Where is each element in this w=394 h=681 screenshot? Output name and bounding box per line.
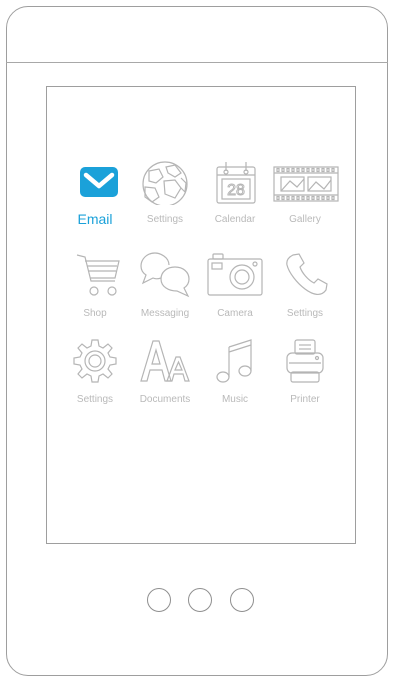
app-label: Gallery xyxy=(289,214,321,225)
globe-icon xyxy=(142,161,188,205)
film-strip-icon xyxy=(273,166,339,202)
shopping-cart-icon xyxy=(76,254,120,296)
nav-button-left[interactable] xyxy=(147,588,171,612)
phone-handset-icon xyxy=(286,253,328,295)
gear-icon xyxy=(73,339,117,383)
app-label: Printer xyxy=(290,394,320,405)
chat-bubbles-icon xyxy=(140,252,190,298)
app-printer[interactable]: Printer xyxy=(263,337,347,419)
font-aa-icon xyxy=(140,340,190,382)
envelope-icon xyxy=(80,167,118,197)
calendar-icon: 28 xyxy=(216,162,256,204)
camera-icon xyxy=(207,253,263,296)
svg-text:28: 28 xyxy=(227,182,245,199)
music-note-icon xyxy=(216,339,252,383)
nav-button-center[interactable] xyxy=(188,588,212,612)
home-screen: Email Settings 28 Calendar Gallery Shop … xyxy=(46,86,356,544)
app-gallery[interactable]: Gallery xyxy=(263,161,347,243)
printer-icon xyxy=(286,339,324,383)
app-settings-phone[interactable]: Settings xyxy=(263,251,347,333)
top-bezel-divider xyxy=(6,62,388,63)
nav-button-right[interactable] xyxy=(230,588,254,612)
app-label: Settings xyxy=(286,308,324,319)
